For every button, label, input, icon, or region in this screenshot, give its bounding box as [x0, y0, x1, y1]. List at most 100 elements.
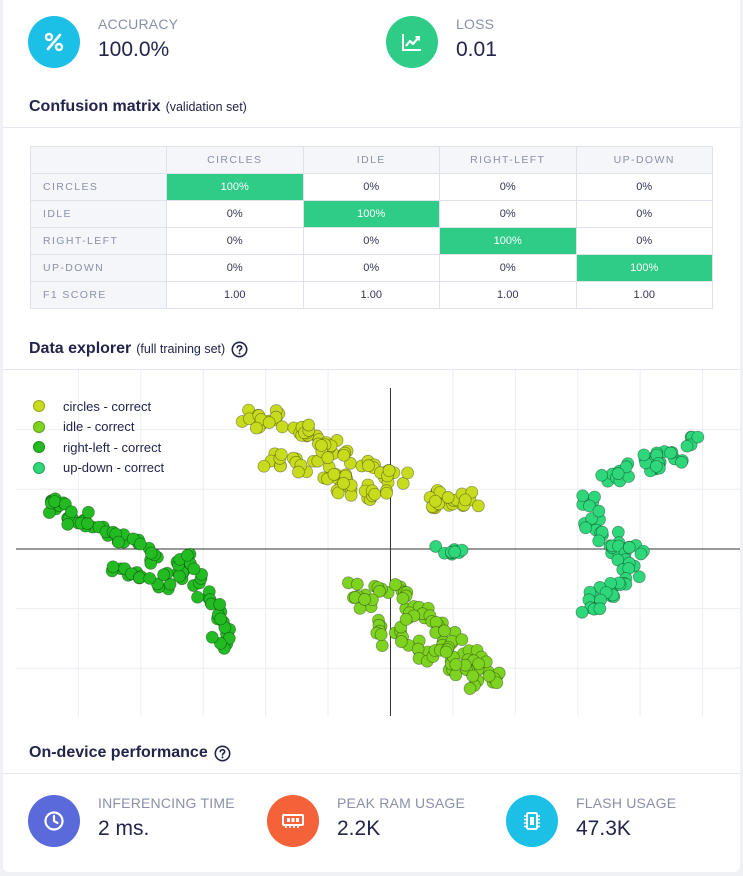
table-row: UP-DOWN 0% 0% 0% 100% — [30, 254, 713, 282]
data-point — [302, 418, 316, 432]
data-point — [374, 628, 388, 642]
matrix-cell: 0% — [439, 200, 577, 228]
data-point — [327, 467, 341, 481]
data-point — [482, 669, 496, 683]
table-row: RIGHT-LEFT 0% 0% 100% 0% — [30, 227, 713, 255]
data-point — [81, 517, 94, 530]
data-point — [394, 635, 408, 648]
data-point — [458, 493, 472, 507]
data-point — [315, 439, 328, 452]
peak-ram-label: PEAK RAM USAGE — [337, 795, 466, 811]
flash-usage-metric: FLASH USAGE 47.3K — [506, 795, 676, 847]
data-point — [592, 504, 606, 518]
data-point — [388, 578, 402, 591]
help-icon[interactable] — [214, 745, 231, 762]
data-point — [664, 446, 677, 460]
data-point — [680, 439, 694, 453]
corner-cell — [30, 146, 167, 174]
data-point — [576, 489, 590, 503]
legend-marker — [33, 420, 45, 433]
data-point — [362, 459, 375, 473]
data-point — [632, 570, 646, 584]
data-point — [275, 420, 289, 434]
data-point — [637, 448, 651, 462]
matrix-cell: 0% — [575, 227, 713, 255]
data-point — [321, 451, 335, 465]
loss-label: LOSS — [456, 16, 495, 32]
percent-icon — [28, 16, 80, 68]
confusion-matrix-table: CIRCLES IDLE RIGHT-LEFT UP-DOWN CIRCLES … — [30, 146, 713, 309]
data-point — [441, 491, 455, 504]
matrix-cell: 0% — [166, 200, 304, 228]
data-point — [675, 455, 688, 469]
data-point — [337, 476, 350, 490]
data-point — [471, 499, 485, 513]
help-icon[interactable] — [231, 341, 248, 358]
accuracy-metric: ACCURACY 100.0% — [28, 16, 178, 68]
data-point — [466, 669, 480, 683]
legend-label: circles - correct — [63, 398, 152, 414]
data-point — [213, 597, 227, 611]
data-point — [401, 466, 415, 480]
data-point — [133, 537, 147, 551]
inferencing-time-metric: INFERENCING TIME 2 ms. — [28, 795, 235, 847]
data-point — [65, 505, 78, 519]
row-header: F1 SCORE — [30, 281, 167, 309]
divider — [3, 773, 740, 774]
data-point — [187, 562, 201, 576]
performance-title-text: On-device performance — [29, 744, 208, 761]
divider — [3, 127, 740, 128]
row-header: CIRCLES — [30, 173, 167, 201]
data-point — [173, 569, 186, 583]
data-point — [249, 421, 263, 435]
matrix-cell: 100% — [166, 173, 304, 201]
data-point — [449, 658, 463, 671]
matrix-cell: 0% — [439, 173, 577, 201]
explorer-subtitle: (full training set) — [136, 342, 226, 356]
f1-cell: 1.00 — [166, 281, 304, 309]
peak-ram-metric: PEAK RAM USAGE 2.2K — [267, 795, 465, 847]
legend-label: idle - correct — [63, 419, 135, 435]
legend-item-idle[interactable]: idle - correct — [33, 417, 164, 438]
legend-label: right-left - correct — [63, 439, 162, 455]
column-header: IDLE — [302, 146, 440, 174]
row-header: RIGHT-LEFT — [30, 227, 167, 255]
loss-metric: LOSS 0.01 — [386, 16, 497, 68]
accuracy-label: ACCURACY — [98, 16, 179, 32]
data-point — [649, 459, 663, 473]
clock-icon — [28, 795, 80, 847]
confusion-subtitle: (validation set) — [165, 100, 247, 114]
flash-usage-label: FLASH USAGE — [576, 795, 677, 811]
matrix-cell: 0% — [575, 173, 713, 201]
data-point — [262, 416, 276, 429]
data-point — [611, 467, 625, 480]
on-device-performance-title: On-device performance — [29, 744, 231, 762]
results-card: ACCURACY 100.0% LOSS 0.01 Confusion matr… — [3, 0, 740, 872]
f1-cell: 1.00 — [439, 281, 577, 309]
data-point — [112, 535, 125, 549]
confusion-title-text: Confusion matrix — [29, 98, 161, 115]
data-point — [257, 459, 271, 473]
legend-item-right-left[interactable]: right-left - correct — [33, 437, 164, 458]
data-point — [428, 494, 442, 508]
accuracy-value: 100.0% — [98, 38, 170, 61]
f1-cell: 1.00 — [302, 281, 440, 309]
matrix-cell: 0% — [302, 173, 440, 201]
data-point — [455, 633, 469, 647]
data-point — [691, 430, 705, 444]
data-point — [205, 630, 219, 644]
data-point — [579, 521, 592, 535]
legend-item-circles[interactable]: circles - correct — [33, 396, 164, 417]
data-point — [439, 645, 453, 659]
explorer-title-text: Data explorer — [29, 340, 132, 357]
data-point — [368, 487, 382, 501]
data-point — [48, 495, 62, 508]
data-point — [399, 612, 413, 626]
f1-row: F1 SCORE 1.00 1.00 1.00 1.00 — [30, 281, 713, 309]
legend-item-up-down[interactable]: up-down - correct — [33, 458, 164, 479]
matrix-cell: 0% — [302, 227, 440, 255]
data-point — [375, 639, 389, 653]
flash-chip-icon — [506, 795, 558, 847]
row-header: IDLE — [30, 200, 167, 228]
data-explorer-title: Data explorer (full training set) — [29, 340, 248, 358]
